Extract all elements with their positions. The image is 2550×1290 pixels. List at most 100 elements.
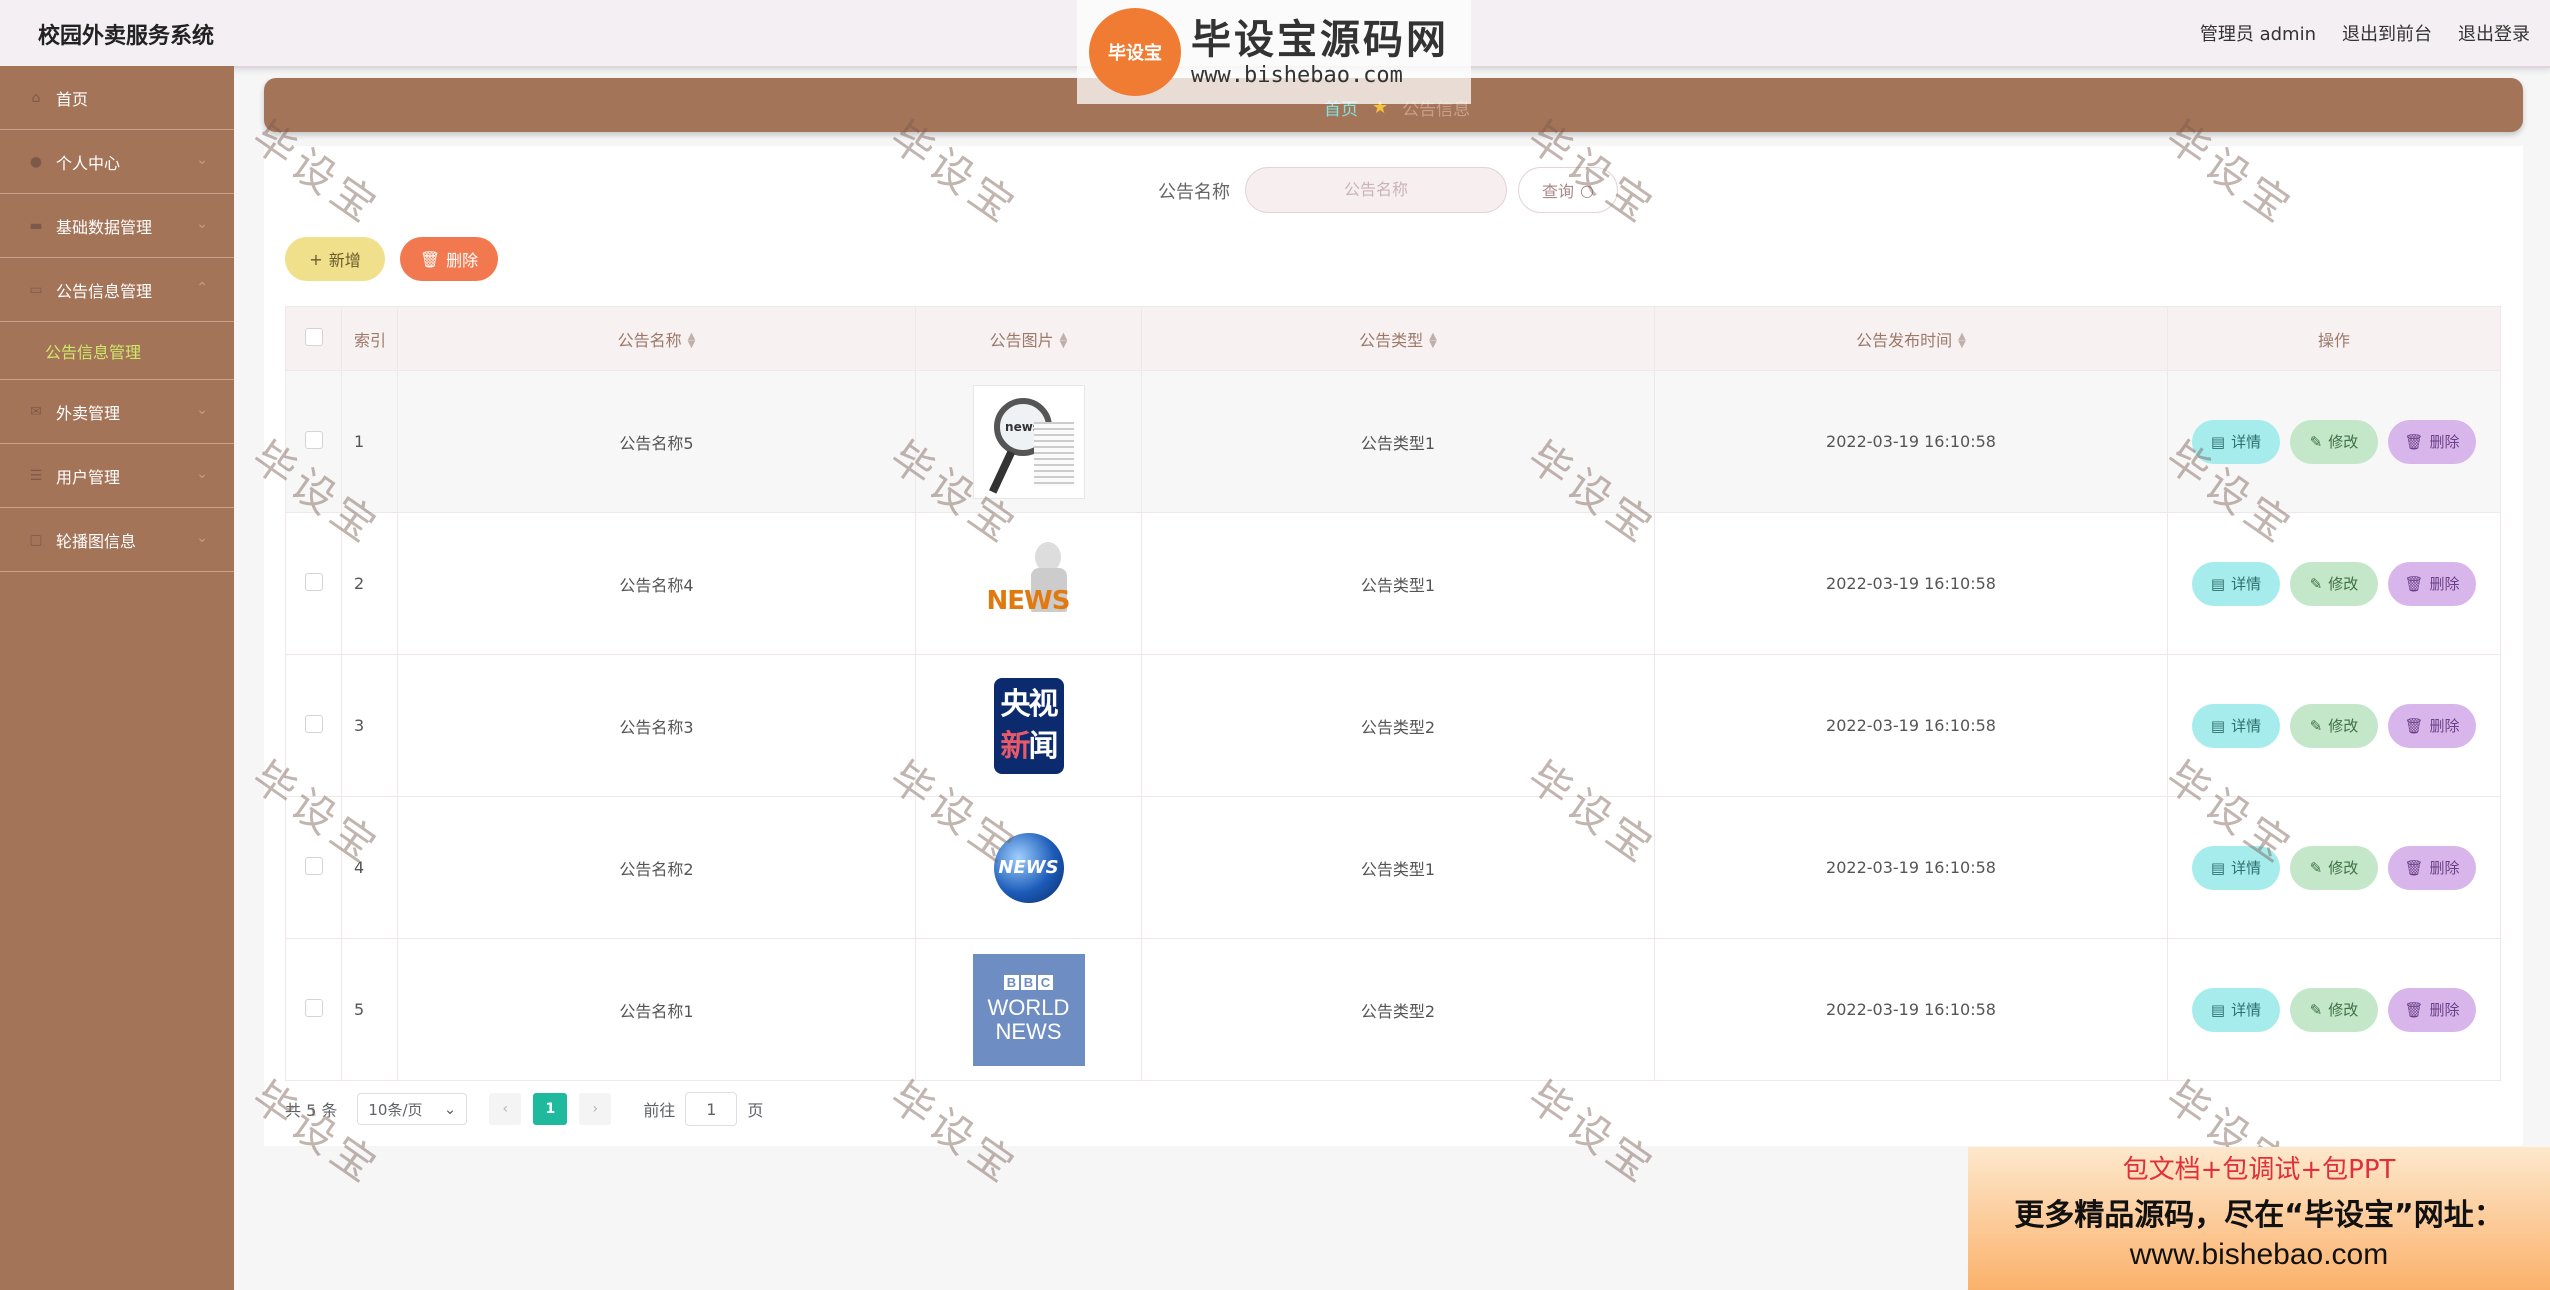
edit-button[interactable]: ✎ 修改	[2290, 561, 2378, 606]
ad-line1: 包文档+包调试+包PPT	[2122, 1155, 2396, 1185]
delete-label: 删除	[2429, 433, 2460, 451]
delete-label: 删除	[2429, 717, 2460, 735]
bbc-letter: C	[1038, 975, 1053, 990]
ad-line3: www.bishebao.com	[2129, 1238, 2389, 1271]
row-time: 2022-03-19 16:10:58	[1654, 796, 2168, 939]
query-button[interactable]: 查询 ○	[1518, 167, 1618, 213]
news-graphic: NEWS	[986, 585, 1071, 616]
sidebar-item-home[interactable]: ⌂ 首页	[0, 66, 234, 130]
row-index: 3	[341, 654, 398, 797]
search-icon: ○	[1580, 180, 1594, 200]
row-actions: ▤ 详情 ✎ 修改 🗑 删除	[2168, 561, 2500, 606]
detail-button[interactable]: ▤ 详情	[2192, 419, 2280, 464]
table-row: 3 公告名称3 央 视 新 闻 公告类型2 2022-03-19 16:10:5…	[285, 654, 2501, 797]
pencil-icon: ✎	[2309, 716, 2323, 735]
next-page-button[interactable]: ›	[579, 1093, 612, 1125]
sidebar-item-profile[interactable]: ● 个人中心 ⌄	[0, 130, 234, 194]
user-icon: ●	[29, 153, 43, 170]
page-size-select[interactable]: 10条/页 ⌄	[357, 1093, 468, 1125]
ad-line2: 更多精品源码，尽在“毕设宝”网址：	[2014, 1198, 2504, 1233]
detail-label: 详情	[2231, 859, 2262, 877]
admin-user-label: 管理员 admin	[2199, 24, 2316, 45]
logo-char: 央	[1000, 686, 1031, 722]
row-index: 4	[341, 796, 398, 939]
sidebar-item-base-data[interactable]: ▬ 基础数据管理 ⌄	[0, 194, 234, 258]
detail-button[interactable]: ▤ 详情	[2192, 845, 2280, 890]
pencil-icon: ✎	[2309, 432, 2323, 451]
header-name[interactable]: 公告名称 ▲ ▼	[397, 306, 916, 371]
row-checkbox[interactable]	[304, 714, 323, 733]
doc-icon: ▤	[2210, 1000, 2226, 1019]
chevron-down-icon: ⌄	[196, 530, 208, 546]
delete-button[interactable]: 🗑 删除	[2388, 987, 2476, 1032]
delete-button[interactable]: 🗑 删除	[2388, 845, 2476, 890]
goto-page-input[interactable]: 1	[685, 1092, 738, 1126]
page-number-current[interactable]: 1	[533, 1093, 568, 1125]
select-all-cell	[285, 306, 342, 371]
header-type[interactable]: 公告类型 ▲ ▼	[1141, 306, 1655, 371]
trash-icon: 🗑	[2404, 716, 2424, 735]
table-row: 2 公告名称4 NEWS 公告类型1 2022-03-19 16:10:58 ▤…	[285, 512, 2501, 655]
sidebar-subitem-notice-manage[interactable]: 公告信息管理	[0, 322, 234, 380]
logo-char: 闻	[1028, 728, 1059, 764]
pencil-icon: ✎	[2309, 574, 2323, 593]
sidebar-item-label: 外卖管理	[56, 403, 121, 423]
edit-button[interactable]: ✎ 修改	[2290, 703, 2378, 748]
pencil-icon: ✎	[2309, 858, 2323, 877]
sidebar-item-label: 用户管理	[56, 467, 121, 487]
header-time[interactable]: 公告发布时间 ▲ ▼	[1654, 306, 2168, 371]
detail-button[interactable]: ▤ 详情	[2192, 703, 2280, 748]
bbc-logo: B B C	[1004, 975, 1053, 990]
header-name-label: 公告名称	[617, 330, 682, 350]
detail-button[interactable]: ▤ 详情	[2192, 561, 2280, 606]
search-input[interactable]: 公告名称	[1245, 167, 1507, 213]
sidebar-item-users[interactable]: ☰ 用户管理 ⌄	[0, 444, 234, 508]
logo-badge: 毕设宝	[1089, 8, 1181, 96]
delete-button-label: 删除	[446, 251, 479, 270]
table-row: 1 公告名称5 news 公告类型1 2022-03-19 16:10:58 ▤…	[285, 370, 2501, 513]
row-checkbox[interactable]	[304, 856, 323, 875]
row-type: 公告类型1	[1141, 370, 1655, 513]
notice-image: 央 视 新 闻	[993, 677, 1064, 774]
detail-button[interactable]: ▤ 详情	[2192, 987, 2280, 1032]
row-time: 2022-03-19 16:10:58	[1654, 512, 2168, 655]
delete-button[interactable]: 🗑 删除	[2388, 703, 2476, 748]
row-type: 公告类型1	[1141, 796, 1655, 939]
row-index: 2	[341, 512, 398, 655]
sidebar-item-takeout[interactable]: ✉ 外卖管理 ⌄	[0, 380, 234, 444]
edit-button[interactable]: ✎ 修改	[2290, 845, 2378, 890]
row-checkbox[interactable]	[304, 572, 323, 591]
exit-to-front-link[interactable]: 退出到前台	[2342, 20, 2432, 46]
sidebar-item-carousel[interactable]: ▢ 轮播图信息 ⌄	[0, 508, 234, 572]
sidebar-item-label: 基础数据管理	[56, 217, 153, 237]
batch-delete-button[interactable]: 🗑 删除	[400, 237, 498, 281]
sidebar-item-notice[interactable]: ▭ 公告信息管理 ⌃	[0, 258, 234, 322]
header-image[interactable]: 公告图片 ▲ ▼	[915, 306, 1142, 371]
select-all-checkbox[interactable]	[304, 327, 323, 346]
detail-label: 详情	[2231, 717, 2262, 735]
mail-icon: ✉	[30, 403, 42, 420]
delete-button[interactable]: 🗑 删除	[2388, 419, 2476, 464]
logo-char: 新	[1000, 728, 1031, 764]
doc-icon: ▤	[2210, 858, 2226, 877]
delete-button[interactable]: 🗑 删除	[2388, 561, 2476, 606]
table-row: 4 公告名称2 NEWS 公告类型1 2022-03-19 16:10:58 ▤…	[285, 796, 2501, 939]
edit-button[interactable]: ✎ 修改	[2290, 419, 2378, 464]
row-checkbox[interactable]	[304, 998, 323, 1017]
sidebar: ⌂ 首页 ● 个人中心 ⌄ ▬ 基础数据管理 ⌄ ▭ 公告信息管理 ⌃ 公告信息…	[0, 66, 234, 1290]
add-button[interactable]: + 新增	[285, 237, 385, 281]
row-time: 2022-03-19 16:10:58	[1654, 654, 2168, 797]
notice-image: NEWS	[981, 538, 1077, 630]
row-checkbox[interactable]	[304, 430, 323, 449]
sidebar-item-label: 公告信息管理	[56, 281, 153, 301]
top-right-menu: 管理员 admin 退出到前台 退出登录	[2200, 20, 2530, 46]
sort-icon[interactable]: ▲ ▼	[688, 332, 696, 350]
sort-icon[interactable]: ▲ ▼	[1060, 332, 1068, 350]
logo-title: 毕设宝源码网	[1191, 16, 1449, 63]
sort-icon[interactable]: ▲ ▼	[1958, 332, 1966, 350]
edit-button[interactable]: ✎ 修改	[2290, 987, 2378, 1032]
logout-link[interactable]: 退出登录	[2458, 20, 2530, 46]
sort-icon[interactable]: ▲ ▼	[1429, 332, 1437, 350]
prev-page-button[interactable]: ‹	[489, 1093, 522, 1125]
bbc-line1: WORLD	[987, 995, 1070, 1020]
